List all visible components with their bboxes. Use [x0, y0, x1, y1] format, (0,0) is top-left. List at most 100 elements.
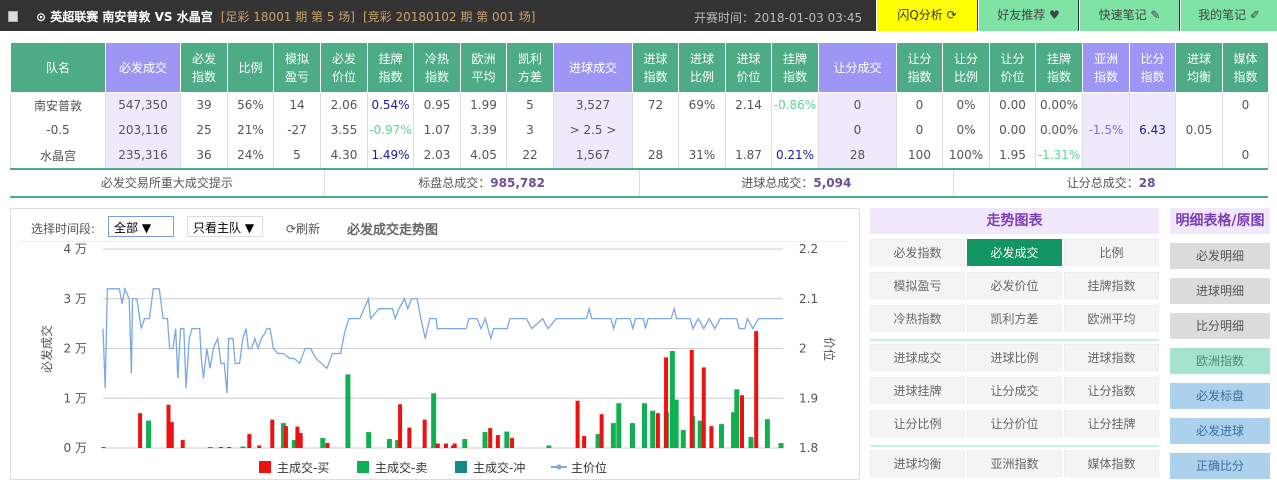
- trend-button[interactable]: 让分价位: [967, 410, 1062, 437]
- table-cell: -1.31%: [1035, 142, 1083, 168]
- table-row: -0.5 203,116 25 21% -27 3.55 -0.97% 1.07 3.39 3 > …: [10, 117, 1269, 143]
- trend-button[interactable]: 凯利方差: [967, 305, 1062, 332]
- column-header: 让分 比例: [942, 42, 990, 93]
- trend-button[interactable]: 进球指数: [1064, 344, 1159, 371]
- bar-buy: [452, 443, 457, 448]
- table-cell: 1.87: [725, 142, 772, 168]
- table-cell: [678, 117, 726, 143]
- big-trade-hint[interactable]: 必发交易所重大成交提示: [10, 170, 325, 196]
- my-notes-button[interactable]: 我的笔记 ✐: [1180, 0, 1277, 31]
- trend-button[interactable]: 让分挂牌: [1064, 410, 1159, 437]
- select-checkbox[interactable]: [8, 11, 18, 22]
- bar-buy: [739, 395, 744, 448]
- trend-button[interactable]: 比例: [1064, 239, 1159, 266]
- trend-button[interactable]: 必发价位: [967, 272, 1062, 299]
- table-cell: -0.5: [10, 117, 106, 143]
- table-cell: 100%: [942, 142, 990, 168]
- table-cell: 547,350: [105, 92, 181, 118]
- trend-button[interactable]: 必发成交: [967, 239, 1062, 266]
- table-cell: 203,116: [105, 117, 181, 143]
- trend-button[interactable]: 挂牌指数: [1064, 272, 1159, 299]
- table-cell: 2.03: [413, 142, 461, 168]
- detail-button[interactable]: 必发明细: [1170, 243, 1270, 269]
- trend-button[interactable]: 让分指数: [1064, 377, 1159, 404]
- legend-swatch: [455, 461, 467, 473]
- detail-button[interactable]: 欧洲指数: [1170, 348, 1270, 374]
- bar-buy: [701, 367, 706, 448]
- table-cell: 21%: [227, 117, 274, 143]
- label: 标盘总成交：: [418, 176, 491, 190]
- detail-button[interactable]: 必发进球: [1170, 418, 1270, 444]
- trend-button[interactable]: 欧洲平均: [1064, 305, 1159, 332]
- detail-button[interactable]: 比分明细: [1170, 313, 1270, 339]
- trend-button[interactable]: 进球挂牌: [870, 377, 965, 404]
- trend-button[interactable]: 让分成交: [967, 377, 1062, 404]
- y-tick-label: 1 万: [64, 391, 87, 405]
- bar-sell: [320, 438, 326, 448]
- table-cell: 3.55: [320, 117, 368, 143]
- table-cell: 0.00: [989, 92, 1036, 118]
- y-tick-label: 4 万: [64, 242, 87, 256]
- label: 让分总成交：: [1066, 176, 1139, 190]
- detail-panel-title: 明细表格/原图: [1170, 208, 1270, 234]
- table-cell: 14: [273, 92, 321, 118]
- bar-sell: [778, 443, 784, 448]
- bar-buy: [689, 349, 694, 448]
- table-row: 水晶宫 235,316 36 24% 5 4.30 1.49% 2.03 4.05 22 1,567…: [10, 142, 1269, 168]
- y-tick-label: 2 万: [64, 342, 87, 356]
- bar-buy: [169, 422, 174, 448]
- table-cell: 1.07: [413, 117, 461, 143]
- bar-buy: [101, 447, 106, 448]
- bar-buy: [582, 436, 587, 448]
- trend-button[interactable]: 进球均衡: [870, 450, 965, 477]
- price-line: [102, 286, 783, 394]
- table-cell: 0.05: [1175, 117, 1223, 143]
- trend-button[interactable]: 让分比例: [870, 410, 965, 437]
- bar-buy: [709, 426, 714, 448]
- flash-q-analysis-button[interactable]: 闪Q分析 ⟳: [876, 0, 977, 31]
- bar-buy: [407, 427, 412, 448]
- y2-axis-label: 价位: [822, 337, 837, 361]
- friend-recommend-button[interactable]: 好友推荐 ♥: [978, 0, 1078, 31]
- odds-table: 队名 必发成交 必发 指数 比例 模拟 盈亏 必发 价位 挂牌 指数 冷热 指数 欧洲 平均 凯利…: [10, 42, 1269, 168]
- bar-buy: [257, 445, 262, 448]
- bar-sell: [650, 410, 656, 448]
- table-cell: 72: [632, 92, 679, 118]
- detail-button[interactable]: 必发标盘: [1170, 383, 1270, 409]
- trend-button[interactable]: 模拟盈亏: [870, 272, 965, 299]
- column-header: 进球 比例: [678, 42, 726, 93]
- quick-note-button[interactable]: 快速笔记 ✎: [1079, 0, 1179, 31]
- column-header: 挂牌 指数: [1035, 42, 1083, 93]
- table-cell: [1175, 142, 1223, 168]
- bar-sell: [431, 393, 437, 448]
- bar-sell: [748, 437, 754, 448]
- bar-buy: [180, 440, 185, 448]
- bar-sell: [734, 389, 740, 448]
- bar-sell: [680, 430, 686, 448]
- table-cell: 28: [818, 142, 897, 168]
- trend-button[interactable]: 亚洲指数: [967, 450, 1062, 477]
- trend-button[interactable]: 进球比例: [967, 344, 1062, 371]
- table-cell: -0.97%: [367, 117, 414, 143]
- column-header: 冷热 指数: [413, 42, 461, 93]
- trend-button[interactable]: 冷热指数: [870, 305, 965, 332]
- trend-button[interactable]: 进球成交: [870, 344, 965, 371]
- table-cell: 24%: [227, 142, 274, 168]
- table-cell: 3,527: [553, 92, 633, 118]
- table-cell: [1082, 142, 1130, 168]
- table-cell: [632, 117, 679, 143]
- bar-buy: [510, 438, 515, 448]
- column-header: 进球 均衡: [1175, 42, 1223, 93]
- bar-sell: [240, 446, 246, 448]
- trend-button[interactable]: 媒体指数: [1064, 450, 1159, 477]
- table-cell: [1129, 92, 1176, 118]
- detail-button[interactable]: 进球明细: [1170, 278, 1270, 304]
- column-header: 让分 指数: [896, 42, 943, 93]
- bar-buy: [218, 447, 223, 448]
- legend-swatch: [357, 461, 369, 473]
- detail-button[interactable]: 正确比分: [1170, 453, 1270, 479]
- table-cell: 39: [180, 92, 228, 118]
- value: 28: [1138, 176, 1156, 190]
- y2-tick-label: 1.9: [799, 391, 818, 405]
- trend-button[interactable]: 必发指数: [870, 239, 965, 266]
